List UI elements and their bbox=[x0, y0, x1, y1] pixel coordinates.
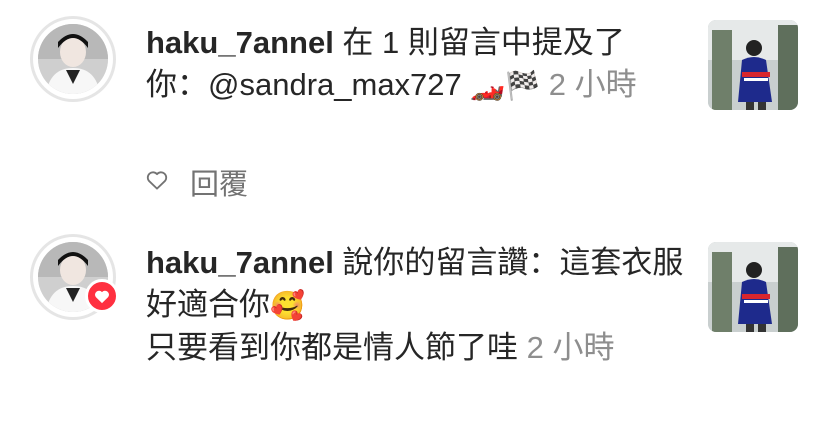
heart-icon bbox=[85, 279, 119, 313]
reply-button[interactable]: 回覆 bbox=[190, 161, 248, 203]
profile-photo bbox=[38, 24, 108, 94]
timestamp: 2 小時 bbox=[518, 330, 615, 365]
notification-mention[interactable]: haku_7annel 在 1 則留言中提及了你：@sandra_max727 … bbox=[0, 0, 828, 220]
heart-outline-icon[interactable] bbox=[146, 170, 168, 195]
notification-comment-like[interactable]: haku_7annel 說你的留言讚：這套衣服好適合你🥰 只要看到你都是情人節了… bbox=[0, 220, 828, 428]
smiling-hearts-emoji: 🥰 bbox=[270, 289, 305, 322]
race-emoji: 🏎️🏁 bbox=[470, 69, 541, 102]
comment-actions: 回覆 bbox=[146, 162, 248, 202]
username[interactable]: haku_7annel bbox=[146, 25, 334, 60]
notification-message-continued: 只要看到你都是情人節了哇 bbox=[146, 330, 518, 365]
notification-text: haku_7annel 說你的留言讚：這套衣服好適合你🥰 只要看到你都是情人節了… bbox=[146, 242, 684, 369]
notification-text: haku_7annel 在 1 則留言中提及了你：@sandra_max727 … bbox=[146, 22, 684, 107]
avatar[interactable] bbox=[30, 234, 119, 320]
timestamp: 2 小時 bbox=[540, 67, 637, 102]
avatar[interactable] bbox=[30, 16, 116, 102]
post-thumbnail[interactable] bbox=[708, 242, 798, 332]
username[interactable]: haku_7annel bbox=[146, 245, 334, 280]
post-thumbnail[interactable] bbox=[708, 20, 798, 110]
